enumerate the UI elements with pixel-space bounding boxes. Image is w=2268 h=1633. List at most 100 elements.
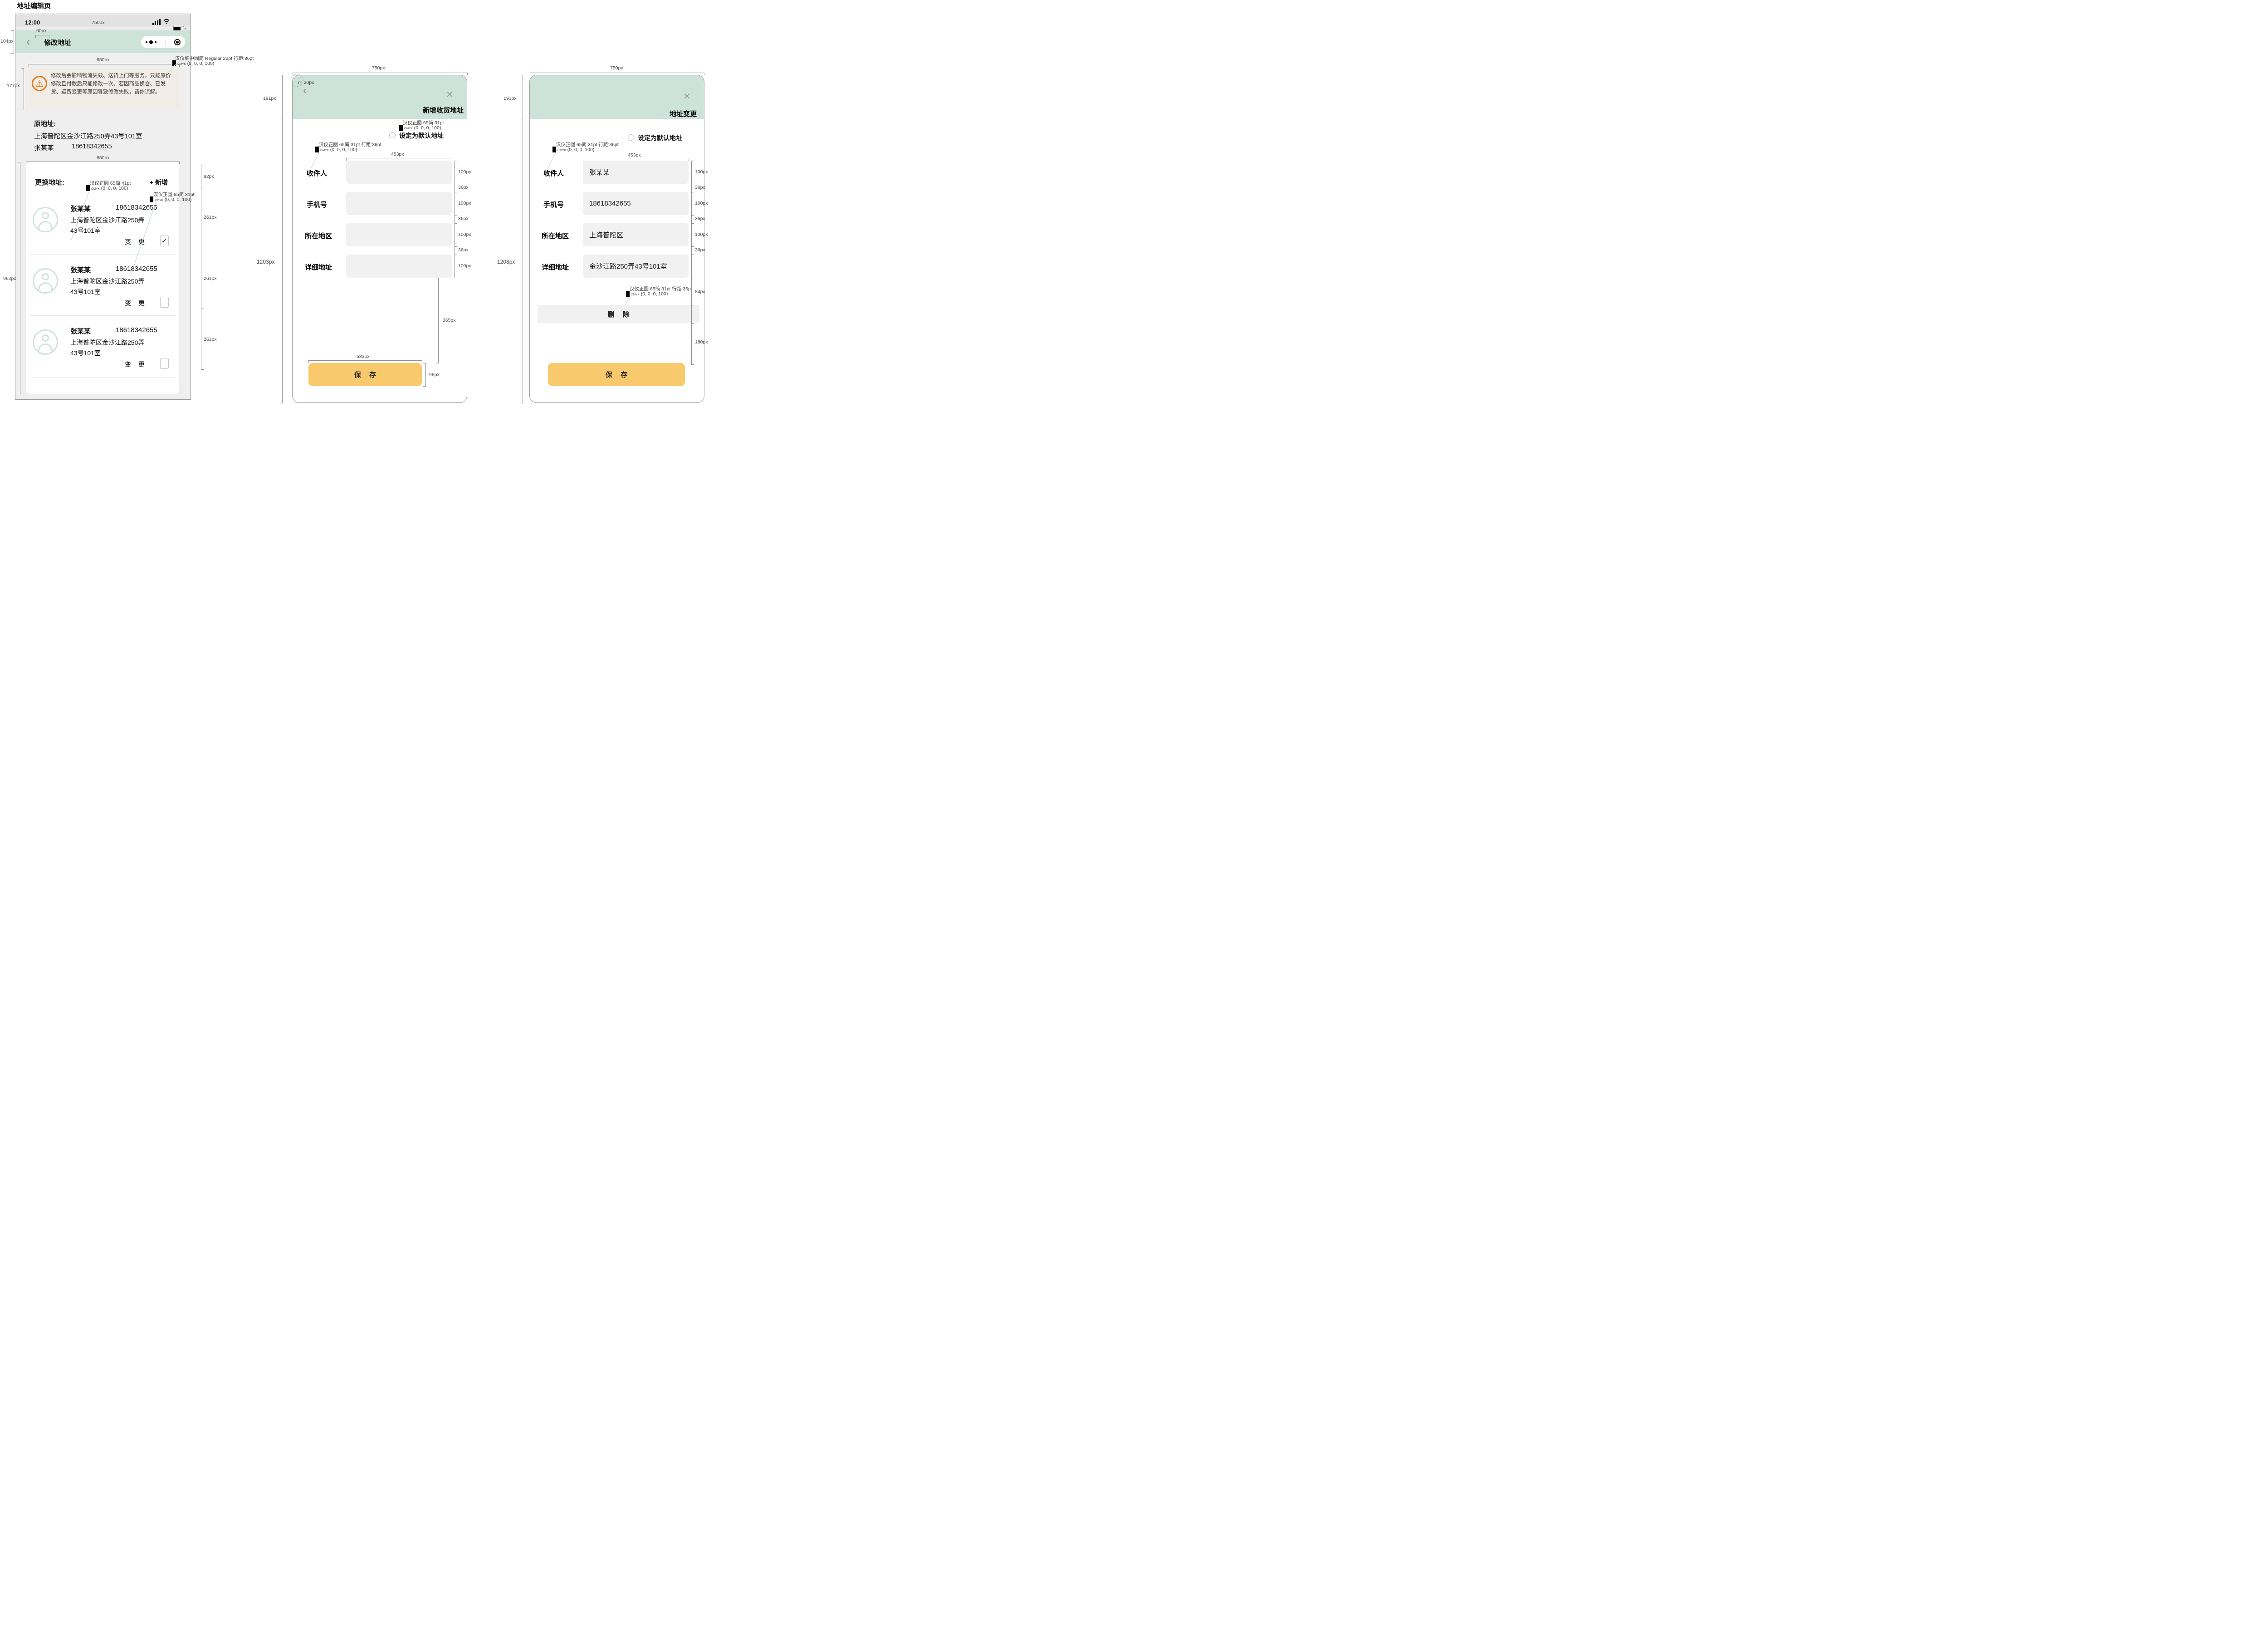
change-label[interactable]: 变 更 bbox=[125, 237, 147, 246]
item-address-line2: 43号101室 bbox=[70, 287, 101, 296]
close-icon[interactable]: ✕ bbox=[683, 91, 691, 102]
dim-453px: 453px bbox=[628, 152, 641, 158]
miniprogram-capsule[interactable] bbox=[141, 36, 185, 48]
dim-104px: 104px bbox=[0, 39, 14, 44]
dim-365px: 365px bbox=[443, 318, 456, 323]
close-icon[interactable]: ✕ bbox=[446, 89, 454, 100]
phone1-width-label: 750px bbox=[92, 20, 105, 25]
dim-650px-card: 650px bbox=[97, 155, 110, 161]
address-list-item[interactable]: 张某某 18618342655 上海普陀区金沙江路250弄 43号101室 变 … bbox=[26, 315, 179, 377]
item-name: 张某某 bbox=[70, 204, 91, 213]
item-phone: 18618342655 bbox=[116, 326, 157, 334]
signal-icon bbox=[152, 19, 161, 25]
cmyk-note: CMYK(0, 0, 0, 100) bbox=[626, 291, 668, 297]
phone2-title: 新增收货地址 bbox=[408, 105, 464, 115]
field-label-recipient: 收件人 bbox=[307, 168, 327, 178]
original-address-phone: 18618342655 bbox=[72, 143, 112, 150]
swap-title: 更换地址: bbox=[35, 177, 64, 187]
ruler-tick bbox=[691, 246, 694, 247]
delete-button[interactable]: 删 除 bbox=[538, 305, 699, 323]
recipient-input[interactable] bbox=[346, 161, 452, 184]
dim-583px: 583px bbox=[357, 354, 370, 359]
ruler-tick bbox=[455, 246, 457, 247]
save-button[interactable]: 保 存 bbox=[308, 363, 422, 386]
dim-100px: 100px bbox=[695, 169, 708, 175]
wifi-icon bbox=[162, 19, 171, 25]
dim-100px: 100px bbox=[458, 263, 471, 269]
warning-icon: ⚠ bbox=[32, 76, 47, 91]
ruler-tick bbox=[455, 215, 457, 216]
dim-36px: 36px bbox=[458, 185, 469, 190]
dim-100px: 100px bbox=[458, 232, 471, 237]
dim-60px: 60px bbox=[36, 28, 47, 34]
region-input[interactable]: 上海普陀区 bbox=[583, 223, 689, 246]
default-address-radio[interactable] bbox=[389, 132, 396, 138]
phone2-width-label: 750px bbox=[372, 65, 385, 71]
item-name: 张某某 bbox=[70, 265, 91, 275]
detail-input[interactable]: 金沙江路250弄43号101室 bbox=[583, 255, 689, 278]
add-address-button[interactable]: + 新增 bbox=[150, 178, 168, 187]
change-label[interactable]: 变 更 bbox=[125, 299, 147, 308]
dim-84px: 84px bbox=[695, 289, 705, 294]
ruler-tick bbox=[346, 158, 347, 161]
item-address-line1: 上海普陀区金沙江路250弄 bbox=[70, 216, 144, 225]
dim-191px: 191px bbox=[263, 96, 276, 101]
cmyk-note: CMYK(0, 0, 0, 100) bbox=[86, 185, 128, 191]
avatar-icon bbox=[33, 268, 58, 294]
change-label[interactable]: 变 更 bbox=[125, 360, 147, 369]
ruler-tick bbox=[467, 73, 468, 75]
change-checkbox[interactable] bbox=[160, 297, 169, 308]
original-address-name: 张某某 bbox=[34, 143, 54, 152]
back-icon[interactable]: ‹ bbox=[303, 84, 307, 97]
field-label-detail: 详细地址 bbox=[305, 262, 332, 272]
dim-191px: 191px bbox=[503, 96, 517, 101]
ruler-tick bbox=[455, 223, 457, 224]
field-label-region: 所在地区 bbox=[305, 231, 332, 240]
item-name: 张某某 bbox=[70, 326, 91, 336]
ruler-tick bbox=[201, 369, 204, 370]
dim-962px: 962px bbox=[3, 276, 16, 281]
page-title: 地址编辑页 bbox=[17, 1, 51, 10]
ruler bbox=[425, 363, 426, 386]
cmyk-note: CMYK(0, 0, 0, 100) bbox=[172, 60, 214, 66]
dim-1203px: 1203px bbox=[257, 259, 274, 265]
dim-1203px: 1203px bbox=[497, 259, 515, 265]
save-button[interactable]: 保 存 bbox=[548, 363, 685, 386]
dim-100px: 100px bbox=[695, 232, 708, 237]
default-address-radio[interactable] bbox=[628, 134, 634, 141]
phone-input[interactable]: 18618342655 bbox=[583, 192, 689, 215]
more-menu-icon[interactable] bbox=[146, 40, 156, 44]
cmyk-note: CMYK(0, 0, 0, 100) bbox=[552, 147, 594, 152]
item-address-line2: 43号101室 bbox=[70, 348, 101, 358]
dim-36px: 36px bbox=[695, 247, 705, 253]
avatar-icon bbox=[33, 329, 58, 355]
phone3-title: 地址变更 bbox=[653, 109, 697, 118]
capsule-divider bbox=[165, 39, 166, 46]
default-address-label: 设定为默认地址 bbox=[638, 133, 682, 142]
ruler-tick bbox=[691, 223, 694, 224]
change-checkbox[interactable]: ✓ bbox=[160, 235, 169, 246]
phone-input[interactable] bbox=[346, 192, 452, 215]
detail-input[interactable] bbox=[346, 255, 452, 278]
warning-text: 修改后会影响物流失效、送货上门等服务，只能原价修改且付款后只能修改一次。若因商品… bbox=[51, 72, 175, 96]
ruler-tick bbox=[11, 30, 14, 31]
address-list-item[interactable]: 张某某 18618342655 上海普陀区金沙江路250弄 43号101室 变 … bbox=[26, 254, 179, 315]
change-checkbox[interactable] bbox=[160, 358, 169, 369]
ruler-tick bbox=[11, 53, 14, 54]
dim-36px: 36px bbox=[695, 216, 705, 221]
original-address-label: 原地址: bbox=[34, 119, 56, 128]
ruler-tick bbox=[308, 360, 309, 363]
ruler-tick bbox=[21, 68, 24, 69]
phone3-width-label: 750px bbox=[610, 65, 623, 71]
exit-target-icon[interactable] bbox=[174, 39, 181, 45]
region-input[interactable] bbox=[346, 223, 452, 246]
ruler-tick bbox=[691, 364, 694, 365]
ruler-tick bbox=[691, 215, 694, 216]
dim-100px: 100px bbox=[458, 169, 471, 175]
back-icon[interactable]: ‹ bbox=[26, 35, 30, 49]
dim-453px: 453px bbox=[391, 152, 404, 157]
dim-261px: 261px bbox=[204, 215, 217, 220]
dim-100px: 100px bbox=[458, 201, 471, 206]
recipient-input[interactable]: 张某某 bbox=[583, 161, 689, 184]
field-label-recipient: 收件人 bbox=[543, 168, 564, 178]
